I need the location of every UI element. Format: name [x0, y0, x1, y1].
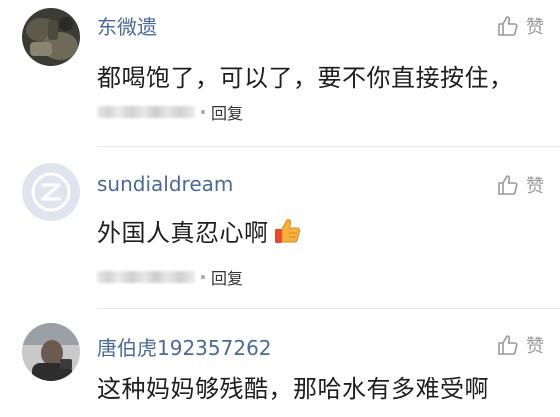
photo-avatar-icon [22, 8, 80, 66]
blurred-timestamp [97, 106, 195, 118]
blurred-timestamp [97, 271, 195, 283]
comment-item: 唐伯虎192357262 赞 这种妈妈够残酷，那哈水有多难受啊 [0, 309, 560, 417]
like-label: 赞 [526, 17, 544, 38]
like-button[interactable]: 赞 [496, 332, 544, 358]
thumbs-up-emoji [273, 216, 303, 252]
avatar[interactable] [22, 163, 80, 221]
separator-dot [201, 275, 205, 279]
comment-text: 这种妈妈够残酷，那哈水有多难受啊 [97, 375, 489, 403]
comment-username[interactable]: 东微遗 [97, 11, 157, 40]
like-button[interactable]: 赞 [496, 172, 544, 198]
thumbs-up-icon [498, 175, 518, 195]
default-avatar-icon [22, 163, 80, 221]
photo-avatar-icon [22, 323, 80, 381]
comment-text: 都喝饱了，可以了，要不你直接按住， [97, 64, 514, 92]
thumbs-up-icon [498, 335, 518, 355]
like-label: 赞 [526, 336, 544, 357]
comment-list: 东微遗 赞 都喝饱了，可以了，要不你直接按住， 回复 sundialdream [0, 0, 560, 417]
reply-button[interactable]: 回复 [211, 265, 243, 289]
comment-item: 东微遗 赞 都喝饱了，可以了，要不你直接按住， 回复 [0, 0, 560, 140]
avatar[interactable] [22, 323, 80, 381]
separator-dot [201, 110, 205, 114]
comment-text: 外国人真忍心啊 [97, 213, 303, 252]
comment-meta: 回复 [97, 100, 243, 124]
comment-username[interactable]: 唐伯虎192357262 [97, 332, 272, 361]
reply-button[interactable]: 回复 [211, 100, 243, 124]
comment-meta: 回复 [97, 265, 243, 289]
like-label: 赞 [526, 176, 544, 197]
avatar[interactable] [22, 8, 80, 66]
comment-username[interactable]: sundialdream [97, 172, 233, 196]
comment-text-content: 外国人真忍心啊 [97, 219, 269, 247]
like-button[interactable]: 赞 [496, 13, 544, 39]
comment-item: sundialdream 赞 外国人真忍心啊 回复 [0, 147, 560, 307]
thumbs-up-icon [498, 16, 518, 36]
